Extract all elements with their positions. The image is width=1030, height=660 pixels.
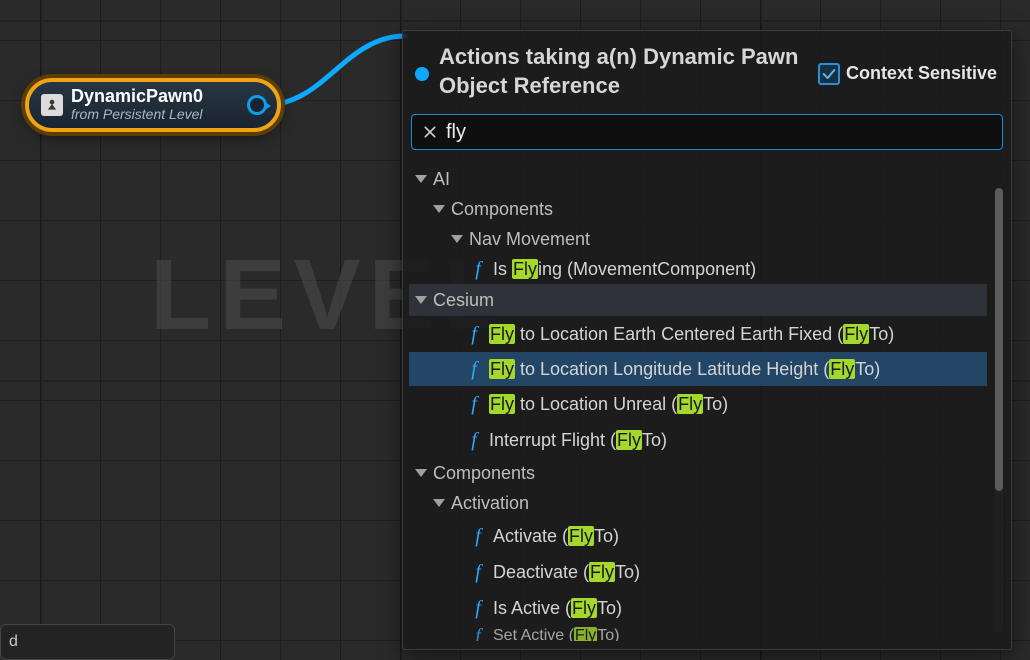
category-label: AI bbox=[433, 169, 450, 190]
node-subtitle: from Persistent Level bbox=[71, 107, 203, 122]
function-icon: f bbox=[469, 258, 487, 281]
function-label: Is Active (FlyTo) bbox=[493, 598, 622, 619]
function-icon: f bbox=[469, 625, 487, 641]
function-icon: f bbox=[465, 393, 483, 416]
bottom-input-fragment[interactable]: d bbox=[0, 624, 175, 660]
chevron-down-icon bbox=[415, 175, 427, 183]
pawn-icon bbox=[41, 94, 63, 116]
category-label: Cesium bbox=[433, 290, 494, 311]
function-label: Fly to Location Longitude Latitude Heigh… bbox=[489, 359, 880, 380]
function-item[interactable]: f Fly to Location Unreal (FlyTo) bbox=[409, 386, 987, 422]
category-activation[interactable]: Activation bbox=[409, 488, 987, 518]
clear-search-button[interactable] bbox=[420, 122, 440, 142]
category-label: Components bbox=[433, 463, 535, 484]
category-nav-movement[interactable]: Nav Movement bbox=[409, 224, 987, 254]
chevron-down-icon bbox=[415, 296, 427, 304]
function-icon: f bbox=[469, 597, 487, 620]
category-label: Nav Movement bbox=[469, 229, 590, 250]
category-ai[interactable]: AI bbox=[409, 164, 987, 194]
function-item[interactable]: f Fly to Location Earth Centered Earth Fi… bbox=[409, 316, 987, 352]
scrollbar[interactable] bbox=[995, 188, 1003, 633]
function-label: Activate (FlyTo) bbox=[493, 526, 619, 547]
category-components-2[interactable]: Components bbox=[409, 458, 987, 488]
category-label: Activation bbox=[451, 493, 529, 514]
search-box[interactable] bbox=[411, 114, 1003, 150]
function-item[interactable]: f Add Cesium Fly To Component bbox=[409, 160, 987, 164]
function-label: Set Active (FlyTo) bbox=[493, 627, 619, 641]
category-label: Components bbox=[451, 199, 553, 220]
function-icon: f bbox=[465, 323, 483, 346]
chevron-down-icon bbox=[433, 205, 445, 213]
function-item[interactable]: f Interrupt Flight (FlyTo) bbox=[409, 422, 987, 458]
context-sensitive-label: Context Sensitive bbox=[846, 63, 997, 84]
function-label: Deactivate (FlyTo) bbox=[493, 562, 640, 583]
category-components[interactable]: Components bbox=[409, 194, 987, 224]
context-sensitive-toggle[interactable]: Context Sensitive bbox=[818, 63, 997, 85]
chevron-down-icon bbox=[415, 469, 427, 477]
search-row bbox=[403, 108, 1011, 160]
function-item[interactable]: f Deactivate (FlyTo) bbox=[409, 554, 987, 590]
popup-title: Actions taking a(n) Dynamic Pawn Object … bbox=[439, 43, 808, 100]
function-item[interactable]: f Fly to Location Longitude Latitude Heig… bbox=[409, 352, 987, 386]
function-label: Is Flying (MovementComponent) bbox=[493, 259, 756, 280]
function-icon: f bbox=[469, 160, 487, 161]
function-item[interactable]: f Set Active (FlyTo) bbox=[409, 626, 987, 641]
variable-node-dynamicpawn0[interactable]: DynamicPawn0 from Persistent Level bbox=[25, 78, 281, 132]
chevron-down-icon bbox=[433, 499, 445, 507]
function-label: Fly to Location Earth Centered Earth Fix… bbox=[489, 324, 894, 345]
function-icon: f bbox=[465, 358, 483, 381]
popup-header: Actions taking a(n) Dynamic Pawn Object … bbox=[403, 31, 1011, 108]
node-title: DynamicPawn0 bbox=[71, 87, 203, 107]
checkbox-icon bbox=[818, 63, 840, 85]
action-list[interactable]: f Add Cesium Fly To Component AI Compone… bbox=[409, 160, 1005, 641]
function-icon: f bbox=[469, 561, 487, 584]
function-icon: f bbox=[469, 525, 487, 548]
function-item[interactable]: f Is Active (FlyTo) bbox=[409, 590, 987, 626]
node-title-block: DynamicPawn0 from Persistent Level bbox=[71, 87, 203, 122]
category-cesium[interactable]: Cesium bbox=[409, 284, 987, 316]
object-type-icon bbox=[415, 67, 429, 81]
output-pin[interactable] bbox=[247, 95, 267, 115]
chevron-down-icon bbox=[451, 235, 463, 243]
function-label: Fly to Location Unreal (FlyTo) bbox=[489, 394, 728, 415]
action-context-menu: Actions taking a(n) Dynamic Pawn Object … bbox=[402, 30, 1012, 650]
search-input[interactable] bbox=[446, 121, 994, 144]
function-label: Interrupt Flight (FlyTo) bbox=[489, 430, 667, 451]
function-item[interactable]: f Is Flying (MovementComponent) bbox=[409, 254, 987, 284]
function-icon: f bbox=[465, 429, 483, 452]
bottom-input-text: d bbox=[9, 633, 18, 651]
scrollbar-thumb[interactable] bbox=[995, 188, 1003, 490]
function-item[interactable]: f Activate (FlyTo) bbox=[409, 518, 987, 554]
